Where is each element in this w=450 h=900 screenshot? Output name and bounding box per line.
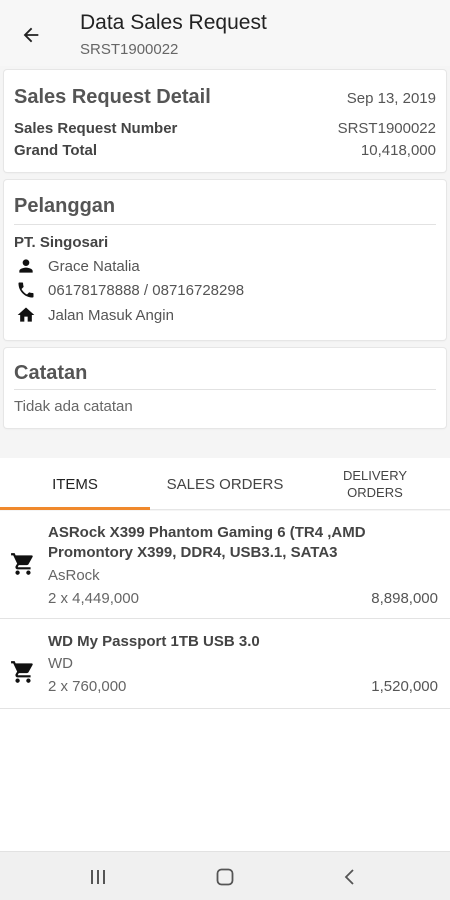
- customer-phone-row: 06178178888 / 08716728298: [14, 279, 244, 301]
- arrow-left-icon: [23, 27, 39, 43]
- home-button[interactable]: [207, 864, 243, 890]
- recents-icon: [91, 870, 105, 884]
- grand-total-label: Grand Total: [14, 142, 98, 159]
- item-brand: AsRock: [48, 567, 100, 584]
- cart-icon: [10, 659, 36, 685]
- item-brand: WD: [48, 655, 73, 672]
- notes-card: Catatan Tidak ada catatan: [4, 348, 446, 428]
- customer-contact: Grace Natalia: [48, 257, 140, 275]
- item-name: WD My Passport 1TB USB 3.0: [48, 633, 260, 650]
- grand-total-value: 10,418,000: [360, 142, 436, 159]
- customer-address-row: Jalan Masuk Angin: [14, 304, 174, 326]
- item-total: 1,520,000: [371, 678, 438, 695]
- tab-sales-orders[interactable]: SALES ORDERS: [150, 458, 300, 510]
- list-item[interactable]: WD My Passport 1TB USB 3.0 WD 2 x 760,00…: [0, 619, 450, 709]
- notes-text: Tidak ada catatan: [14, 398, 133, 415]
- sales-request-number-label: Sales Request Number: [14, 120, 178, 137]
- home-circle-icon: [216, 868, 234, 886]
- notes-divider: [14, 389, 436, 390]
- item-total: 8,898,000: [371, 590, 438, 607]
- customer-divider: [14, 224, 436, 225]
- detail-date: Sep 13, 2019: [346, 90, 436, 107]
- phone-icon: [14, 279, 38, 301]
- item-qty-price: 2 x 760,000: [48, 678, 127, 695]
- person-icon: [14, 255, 38, 277]
- list-item[interactable]: ASRock X399 Phantom Gaming 6 (TR4 ,AMD P…: [0, 511, 450, 619]
- items-list: ASRock X399 Phantom Gaming 6 (TR4 ,AMD P…: [0, 511, 450, 851]
- customer-phone: 06178178888 / 08716728298: [48, 281, 245, 299]
- recents-button[interactable]: [80, 864, 116, 890]
- page-title: Data Sales Request: [80, 11, 267, 34]
- app-bar: Data Sales Request SRST1900022: [0, 0, 450, 66]
- sales-request-number-value: SRST1900022: [337, 120, 436, 137]
- notes-title: Catatan: [14, 362, 88, 384]
- tab-items[interactable]: ITEMS: [0, 458, 150, 510]
- customer-address: Jalan Masuk Angin: [48, 306, 174, 324]
- tab-bar: ITEMS SALES ORDERS DELIVERY ORDERS: [0, 458, 450, 510]
- back-nav-button[interactable]: [332, 864, 368, 890]
- detail-card: Sales Request Detail Sep 13, 2019 Sales …: [4, 70, 446, 172]
- home-icon: [14, 304, 38, 326]
- back-chevron-icon: [344, 869, 354, 885]
- cart-icon: [10, 551, 36, 577]
- customer-card: Pelanggan PT. Singosari Grace Natalia 06…: [4, 180, 446, 340]
- back-button[interactable]: [14, 20, 48, 50]
- customer-company: PT. Singosari: [14, 234, 109, 251]
- detail-title: Sales Request Detail: [14, 86, 211, 108]
- system-nav-bar: [0, 851, 450, 900]
- customer-contact-row: Grace Natalia: [14, 255, 140, 277]
- tab-delivery-orders[interactable]: DELIVERY ORDERS: [300, 458, 450, 510]
- customer-title: Pelanggan: [14, 195, 116, 217]
- page-subtitle: SRST1900022: [80, 41, 179, 58]
- active-tab-indicator: [0, 507, 150, 510]
- item-name: ASRock X399 Phantom Gaming 6 (TR4 ,AMD P…: [48, 524, 366, 561]
- item-qty-price: 2 x 4,449,000: [48, 590, 139, 607]
